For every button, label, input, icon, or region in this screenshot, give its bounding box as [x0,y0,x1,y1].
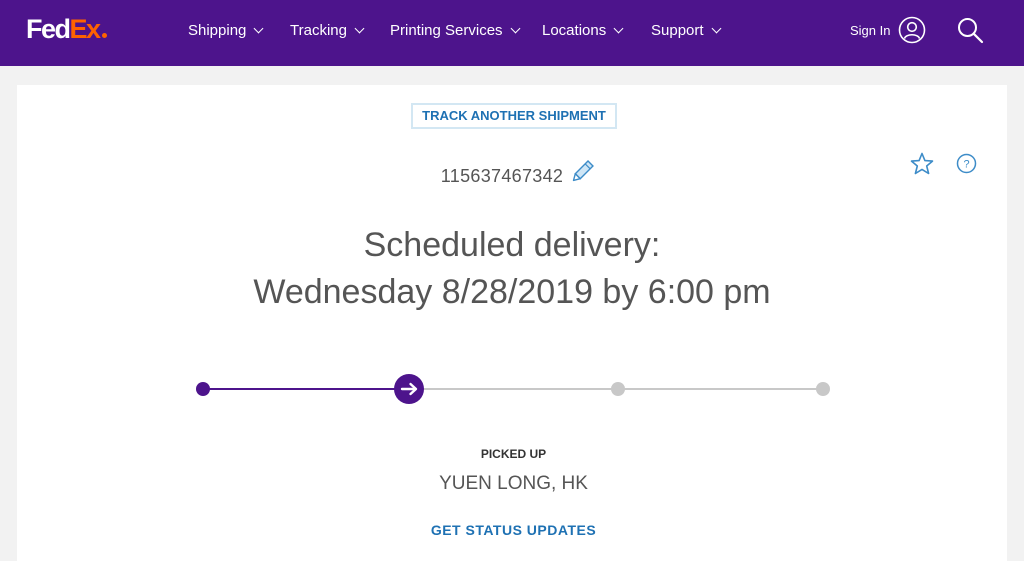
star-icon[interactable] [909,151,935,177]
scheduled-delivery-date: Wednesday 8/28/2019 by 6:00 pm [253,273,771,311]
nav-locations-label: Locations [542,21,607,39]
nav-shipping-label: Shipping [188,21,247,39]
progress-step-4 [816,382,830,396]
top-navigation-bar: Fed Ex Shipping Tracking Printing Service… [0,0,1024,66]
logo-fed: Fed [26,14,71,44]
progress-steps [196,374,830,404]
fedex-logo[interactable]: Fed Ex [26,14,107,44]
progress-step-3 [611,382,625,396]
sign-in-label: Sign In [850,22,891,38]
nav-printing-services[interactable]: Printing Services [390,0,520,60]
svg-text:?: ? [963,159,969,171]
shipment-location: YUEN LONG, HK [439,473,588,494]
logo-ex: Ex [69,14,102,44]
logo-dot [101,33,107,38]
shipment-status-label: PICKED UP [480,447,547,461]
chevron-down-icon [253,23,264,33]
nav-shipping[interactable]: Shipping [188,0,264,60]
help-icon[interactable]: ? [956,153,977,174]
nav-tracking-label: Tracking [290,21,347,39]
track-another-shipment-button[interactable]: TRACK ANOTHER SHIPMENT [411,103,617,129]
pencil-icon[interactable] [568,158,596,186]
search-icon[interactable] [956,16,984,44]
user-icon [899,16,926,44]
sign-in-button[interactable]: Sign In [850,0,926,60]
chevron-down-icon [613,23,624,33]
chevron-down-icon [711,23,721,33]
progress-step-1 [196,382,210,396]
scheduled-delivery-heading: Scheduled delivery: [363,226,661,264]
nav-printing-services-label: Printing Services [390,21,503,39]
nav-support[interactable]: Support [651,0,721,60]
nav-locations[interactable]: Locations [542,0,624,60]
nav-support-label: Support [651,21,704,39]
get-status-updates-link[interactable]: GET STATUS UPDATES [0,522,1024,538]
shipment-progress-tracker [196,374,836,404]
chevron-down-icon [510,23,520,33]
nav-tracking[interactable]: Tracking [290,0,365,60]
chevron-down-icon [354,23,365,33]
tracking-number: 115637467342 [0,166,1024,187]
tracking-number-value: 115637467342 [440,166,564,186]
